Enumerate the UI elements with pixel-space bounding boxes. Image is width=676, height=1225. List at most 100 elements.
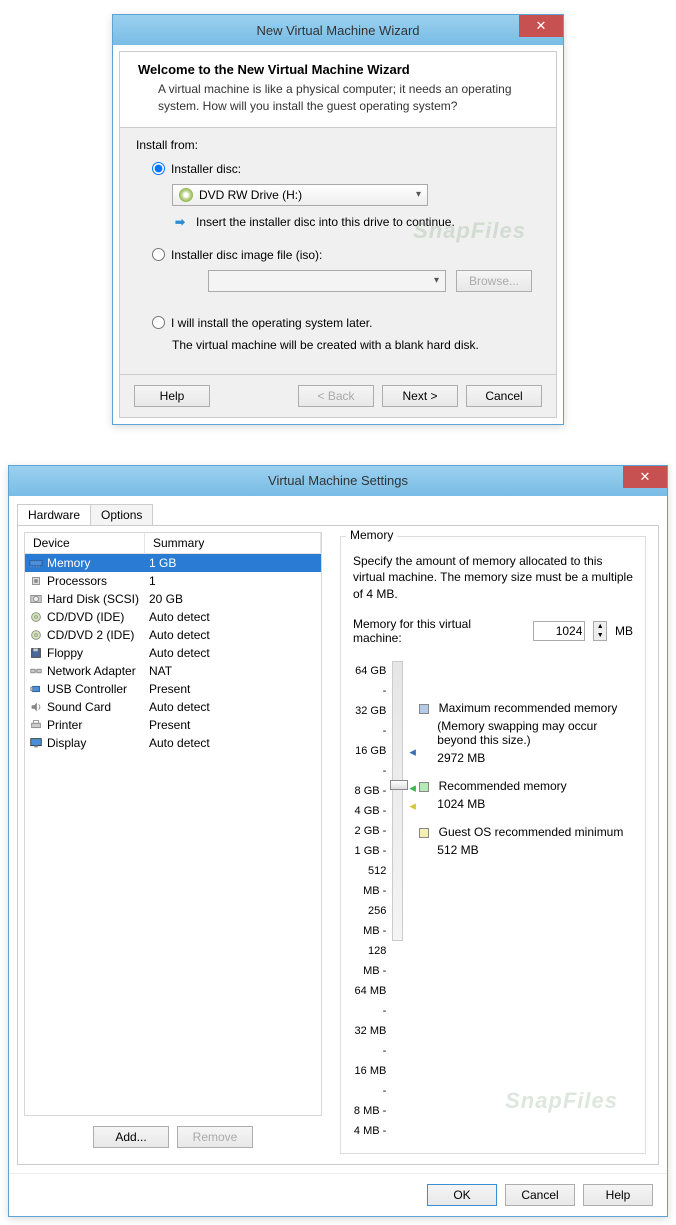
device-summary: NAT [149, 664, 317, 678]
floppy-icon [29, 647, 43, 659]
drive-select[interactable]: DVD RW Drive (H:) [172, 184, 428, 206]
memory-tick: 64 MB ‑ [353, 981, 386, 1021]
device-summary: Present [149, 718, 317, 732]
iso-browse-row: Browse... [172, 270, 540, 292]
device-summary: 1 GB [149, 556, 317, 570]
memory-tick: 64 GB ‑ [353, 661, 386, 701]
radio-later[interactable]: I will install the operating system late… [152, 316, 540, 330]
memory-tick: 8 MB ‑ [353, 1101, 386, 1121]
col-summary[interactable]: Summary [145, 533, 321, 553]
close-icon: ✕ [640, 469, 651, 485]
radio-iso[interactable]: Installer disc image file (iso): [152, 248, 540, 262]
device-row[interactable]: CD/DVD 2 (IDE)Auto detect [25, 626, 321, 644]
next-button[interactable]: Next > [382, 385, 458, 407]
memory-input[interactable] [533, 621, 585, 641]
radio-disc-input[interactable] [152, 162, 165, 175]
device-name: CD/DVD (IDE) [47, 610, 124, 624]
radio-later-input[interactable] [152, 316, 165, 329]
memory-slider-thumb[interactable] [390, 780, 408, 790]
legend-max-note: (Memory swapping may occur beyond this s… [437, 719, 633, 747]
device-name: Processors [47, 574, 107, 588]
drive-selected-text: DVD RW Drive (H:) [199, 188, 302, 202]
net-icon [29, 665, 43, 677]
device-summary: 1 [149, 574, 317, 588]
device-row[interactable]: Processors 1 [25, 572, 321, 590]
cpu-icon [29, 575, 43, 587]
cd-icon [29, 611, 43, 623]
memory-pane: Memory Specify the amount of memory allo… [328, 526, 658, 1164]
help-button[interactable]: Help [134, 385, 210, 407]
memory-slider[interactable]: ◂ ◂ ◂ [392, 661, 403, 941]
device-row[interactable]: DisplayAuto detect [25, 734, 321, 752]
remove-button[interactable]: Remove [177, 1126, 253, 1148]
legend-max-label: Maximum recommended memory [439, 701, 618, 715]
device-name: Network Adapter [47, 664, 136, 678]
radio-iso-input[interactable] [152, 248, 165, 261]
marker-min-icon: ◂ [409, 798, 416, 814]
legend-min-value: 512 MB [437, 843, 633, 857]
hdd-icon [29, 593, 43, 605]
settings-title: Virtual Machine Settings [268, 473, 408, 488]
memory-tick: 4 GB ‑ [353, 801, 386, 821]
tab-hardware[interactable]: Hardware [17, 504, 91, 525]
browse-button[interactable]: Browse... [456, 270, 532, 292]
close-button[interactable]: ✕ [519, 15, 563, 37]
device-row[interactable]: Network Adapter NAT [25, 662, 321, 680]
wizard-title: New Virtual Machine Wizard [256, 23, 419, 38]
iso-path-combo[interactable] [208, 270, 446, 292]
wizard-content: Install from: Installer disc: DVD RW Dri… [120, 128, 556, 374]
device-buttons: Add... Remove [24, 1116, 322, 1158]
device-name: Display [47, 736, 86, 750]
memory-fieldset-label: Memory [346, 528, 397, 542]
wizard-titlebar[interactable]: New Virtual Machine Wizard ✕ [113, 15, 563, 45]
memory-tick: 4 MB ‑ [353, 1121, 386, 1141]
ok-button[interactable]: OK [427, 1184, 497, 1206]
device-row[interactable]: USB ControllerPresent [25, 680, 321, 698]
cd-icon [29, 629, 43, 641]
memory-spinner[interactable]: ▲▼ [593, 621, 607, 641]
square-yellow-icon [419, 828, 429, 838]
marker-max-icon: ◂ [409, 744, 416, 760]
memory-tick: 128 MB ‑ [353, 941, 386, 981]
radio-later-label: I will install the operating system late… [171, 316, 372, 330]
cancel-button[interactable]: Cancel [505, 1184, 575, 1206]
device-row[interactable]: PrinterPresent [25, 716, 321, 734]
device-row[interactable]: FloppyAuto detect [25, 644, 321, 662]
close-button[interactable]: ✕ [623, 466, 667, 488]
memory-legend: Maximum recommended memory (Memory swapp… [419, 661, 633, 1141]
device-row[interactable]: CD/DVD (IDE) Auto detect [25, 608, 321, 626]
disp-icon [29, 737, 43, 749]
device-row[interactable]: Sound Card Auto detect [25, 698, 321, 716]
device-list-header: Device Summary [25, 533, 321, 554]
radio-installer-disc[interactable]: Installer disc: [152, 162, 540, 176]
close-icon: ✕ [536, 18, 547, 34]
legend-rec-label: Recommended memory [439, 779, 567, 793]
mem-icon [29, 557, 43, 569]
help-button[interactable]: Help [583, 1184, 653, 1206]
square-blue-icon [419, 704, 429, 714]
settings-titlebar[interactable]: Virtual Machine Settings ✕ [9, 466, 667, 496]
tab-options[interactable]: Options [90, 504, 153, 525]
wizard-header: Welcome to the New Virtual Machine Wizar… [120, 52, 556, 128]
memory-slider-column: 64 GB ‑32 GB ‑16 GB ‑8 GB ‑4 GB ‑2 GB ‑1… [353, 661, 403, 1141]
add-button[interactable]: Add... [93, 1126, 169, 1148]
legend-max-value: 2972 MB [437, 751, 633, 765]
settings-footer: OK Cancel Help [9, 1173, 667, 1216]
cancel-button[interactable]: Cancel [466, 385, 542, 407]
device-list: Device Summary Memory 1 GB Processors 1 Hard… [24, 532, 322, 1116]
device-row[interactable]: Memory 1 GB [25, 554, 321, 572]
wizard-footer: Help < Back Next > Cancel [120, 374, 556, 417]
col-device[interactable]: Device [25, 533, 145, 553]
back-button[interactable]: < Back [298, 385, 374, 407]
device-summary: Auto detect [149, 646, 317, 660]
device-summary: Auto detect [149, 610, 317, 624]
memory-field-label: Memory for this virtual machine: [353, 617, 517, 645]
device-summary: Auto detect [149, 700, 317, 714]
device-name: Memory [47, 556, 90, 570]
memory-tick: 1 GB ‑ [353, 841, 386, 861]
device-name: Sound Card [47, 700, 111, 714]
wizard-subheading: A virtual machine is like a physical com… [158, 81, 538, 115]
device-name: USB Controller [47, 682, 127, 696]
device-row[interactable]: Hard Disk (SCSI)20 GB [25, 590, 321, 608]
memory-ticks: 64 GB ‑32 GB ‑16 GB ‑8 GB ‑4 GB ‑2 GB ‑1… [353, 661, 386, 1141]
